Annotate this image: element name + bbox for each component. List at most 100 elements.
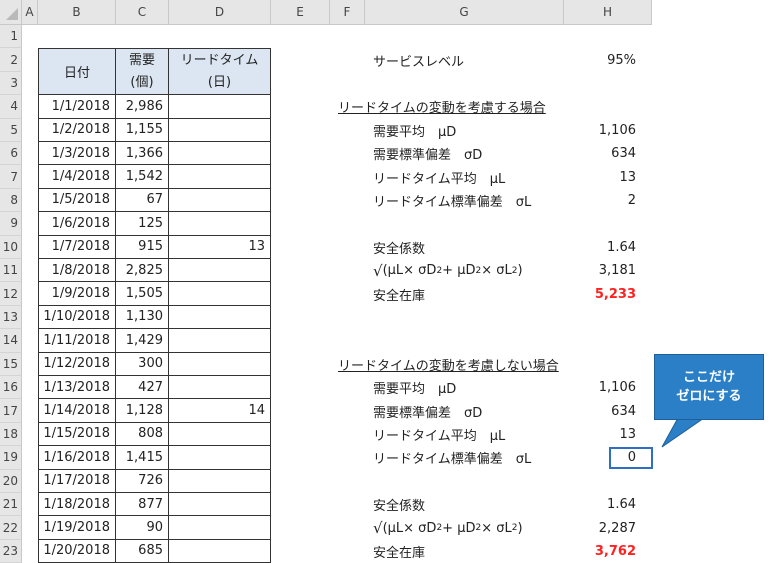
service-level-value[interactable]: 95% bbox=[564, 48, 652, 71]
row-header-3[interactable]: 3 bbox=[0, 71, 22, 96]
table-cell-leadtime[interactable]: 14 bbox=[169, 399, 271, 423]
section2-title[interactable]: リードタイムの変動を考慮しない場合 bbox=[338, 353, 598, 376]
row-header-8[interactable]: 8 bbox=[0, 188, 22, 213]
table-cell-demand[interactable]: 67 bbox=[116, 188, 169, 213]
row-header-1[interactable]: 1 bbox=[0, 25, 22, 49]
row-header-20[interactable]: 20 bbox=[0, 469, 22, 493]
table-cell-leadtime[interactable] bbox=[169, 493, 271, 517]
section2-item-value[interactable]: 1,106 bbox=[564, 376, 652, 399]
table-cell-leadtime[interactable] bbox=[169, 539, 271, 563]
row-header-12[interactable]: 12 bbox=[0, 282, 22, 306]
row-header-16[interactable]: 16 bbox=[0, 376, 22, 400]
table-cell-leadtime[interactable] bbox=[169, 329, 271, 353]
table-cell-leadtime[interactable] bbox=[169, 188, 271, 213]
row-header-14[interactable]: 14 bbox=[0, 329, 22, 353]
column-header-c[interactable]: C bbox=[116, 0, 169, 25]
table-cell-leadtime[interactable] bbox=[169, 422, 271, 447]
table-cell-leadtime[interactable] bbox=[169, 165, 271, 189]
row-header-5[interactable]: 5 bbox=[0, 118, 22, 142]
table-cell-date[interactable]: 1/4/2018 bbox=[38, 165, 116, 189]
row-header-9[interactable]: 9 bbox=[0, 212, 22, 236]
table-cell-date[interactable]: 1/8/2018 bbox=[38, 259, 116, 283]
table-cell-leadtime[interactable] bbox=[169, 469, 271, 493]
table-cell-date[interactable]: 1/2/2018 bbox=[38, 118, 116, 142]
table-cell-leadtime[interactable] bbox=[169, 142, 271, 166]
column-header-g[interactable]: G bbox=[365, 0, 564, 25]
table-cell-leadtime[interactable] bbox=[169, 282, 271, 306]
table-cell-date[interactable]: 1/3/2018 bbox=[38, 142, 116, 166]
table-cell-date[interactable]: 1/7/2018 bbox=[38, 235, 116, 259]
table-cell-leadtime[interactable] bbox=[169, 118, 271, 142]
column-header-d[interactable]: D bbox=[169, 0, 271, 25]
table-cell-demand[interactable]: 915 bbox=[116, 235, 169, 259]
table-cell-date[interactable]: 1/20/2018 bbox=[38, 539, 116, 563]
select-all-corner[interactable] bbox=[0, 0, 22, 25]
table-cell-date[interactable]: 1/17/2018 bbox=[38, 469, 116, 493]
table-cell-demand[interactable]: 1,130 bbox=[116, 305, 169, 330]
section1-safety-stock-value[interactable]: 5,233 bbox=[564, 282, 652, 305]
table-cell-date[interactable]: 1/18/2018 bbox=[38, 493, 116, 517]
table-cell-leadtime[interactable] bbox=[169, 259, 271, 283]
column-header-h[interactable]: H bbox=[564, 0, 652, 25]
table-cell-leadtime[interactable] bbox=[169, 352, 271, 376]
table-cell-date[interactable]: 1/16/2018 bbox=[38, 446, 116, 470]
table-cell-demand[interactable]: 1,415 bbox=[116, 446, 169, 470]
table-cell-leadtime[interactable]: 13 bbox=[169, 235, 271, 259]
table-cell-date[interactable]: 1/12/2018 bbox=[38, 352, 116, 376]
table-cell-date[interactable]: 1/10/2018 bbox=[38, 305, 116, 330]
row-header-17[interactable]: 17 bbox=[0, 399, 22, 423]
row-header-7[interactable]: 7 bbox=[0, 165, 22, 189]
row-header-13[interactable]: 13 bbox=[0, 305, 22, 330]
column-header-f[interactable]: F bbox=[330, 0, 365, 25]
row-header-21[interactable]: 21 bbox=[0, 493, 22, 517]
table-cell-leadtime[interactable] bbox=[169, 95, 271, 119]
table-cell-demand[interactable]: 427 bbox=[116, 376, 169, 400]
table-header-demand[interactable]: 需要 (個) bbox=[116, 48, 169, 96]
table-cell-demand[interactable]: 1,505 bbox=[116, 282, 169, 306]
table-cell-demand[interactable]: 2,986 bbox=[116, 95, 169, 119]
section1-item-value[interactable]: 634 bbox=[564, 142, 652, 165]
table-cell-demand[interactable]: 300 bbox=[116, 352, 169, 376]
section1-item-value[interactable]: 2 bbox=[564, 189, 652, 212]
table-cell-date[interactable]: 1/15/2018 bbox=[38, 422, 116, 447]
table-cell-demand[interactable]: 685 bbox=[116, 539, 169, 563]
section1-title[interactable]: リードタイムの変動を考慮する場合 bbox=[338, 95, 598, 118]
section1-safety-factor-value[interactable]: 1.64 bbox=[564, 236, 652, 259]
section2-item-value[interactable]: 13 bbox=[564, 423, 652, 446]
table-cell-leadtime[interactable] bbox=[169, 446, 271, 470]
table-cell-leadtime[interactable] bbox=[169, 376, 271, 400]
section1-item-value[interactable]: 1,106 bbox=[564, 119, 652, 142]
table-cell-demand[interactable]: 877 bbox=[116, 493, 169, 517]
table-cell-date[interactable]: 1/19/2018 bbox=[38, 516, 116, 540]
row-header-22[interactable]: 22 bbox=[0, 516, 22, 540]
table-cell-demand[interactable]: 726 bbox=[116, 469, 169, 493]
table-cell-leadtime[interactable] bbox=[169, 516, 271, 540]
table-cell-date[interactable]: 1/9/2018 bbox=[38, 282, 116, 306]
section2-sqrt-value[interactable]: 2,287 bbox=[564, 516, 652, 539]
table-header-date[interactable]: 日付 bbox=[38, 48, 116, 96]
table-cell-demand[interactable]: 1,155 bbox=[116, 118, 169, 142]
table-cell-demand[interactable]: 1,128 bbox=[116, 399, 169, 423]
table-cell-date[interactable]: 1/14/2018 bbox=[38, 399, 116, 423]
table-cell-leadtime[interactable] bbox=[169, 212, 271, 236]
table-cell-demand[interactable]: 1,366 bbox=[116, 142, 169, 166]
row-header-19[interactable]: 19 bbox=[0, 446, 22, 470]
row-header-4[interactable]: 4 bbox=[0, 95, 22, 119]
table-cell-leadtime[interactable] bbox=[169, 305, 271, 330]
table-cell-date[interactable]: 1/11/2018 bbox=[38, 329, 116, 353]
table-cell-date[interactable]: 1/1/2018 bbox=[38, 95, 116, 119]
table-cell-demand[interactable]: 90 bbox=[116, 516, 169, 540]
table-cell-demand[interactable]: 2,825 bbox=[116, 259, 169, 283]
table-cell-date[interactable]: 1/5/2018 bbox=[38, 188, 116, 213]
section2-safety-factor-value[interactable]: 1.64 bbox=[564, 493, 652, 516]
row-header-18[interactable]: 18 bbox=[0, 422, 22, 447]
section2-safety-stock-value[interactable]: 3,762 bbox=[564, 540, 652, 563]
table-cell-date[interactable]: 1/6/2018 bbox=[38, 212, 116, 236]
table-cell-demand[interactable]: 125 bbox=[116, 212, 169, 236]
table-header-leadtime[interactable]: リードタイム (日) bbox=[169, 48, 271, 96]
row-header-23[interactable]: 23 bbox=[0, 539, 22, 563]
column-header-b[interactable]: B bbox=[38, 0, 116, 25]
section1-item-value[interactable]: 13 bbox=[564, 165, 652, 188]
section2-item-value[interactable]: 634 bbox=[564, 399, 652, 422]
row-header-2[interactable]: 2 bbox=[0, 48, 22, 72]
